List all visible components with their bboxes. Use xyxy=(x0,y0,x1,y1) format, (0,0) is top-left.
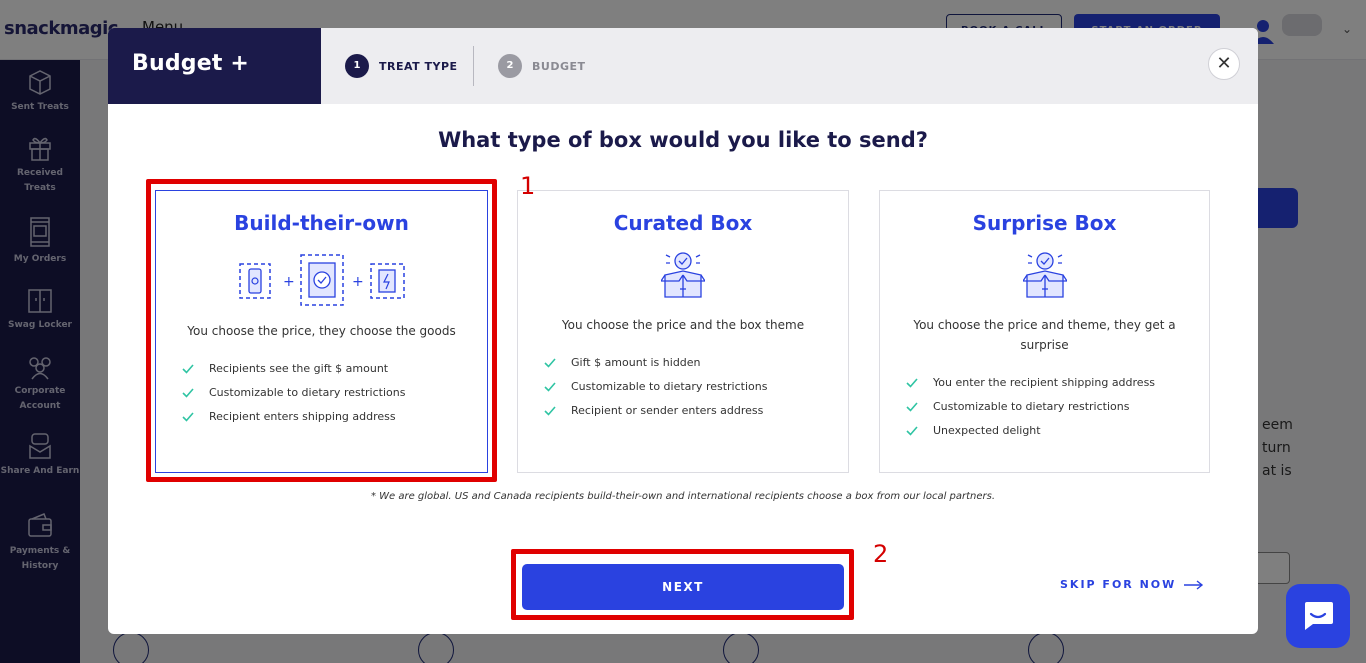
skip-for-now-link[interactable]: SKIP FOR NOW xyxy=(1060,578,1204,591)
close-icon[interactable]: ✕ xyxy=(1208,48,1240,80)
arrow-right-icon xyxy=(1184,579,1204,590)
card-surprise-box[interactable]: Surprise Box You choose the price and th… xyxy=(879,190,1210,473)
check-icon xyxy=(906,378,918,388)
annotation-highlight-next xyxy=(511,549,854,620)
list-item: Customizable to dietary restrictions xyxy=(544,379,767,403)
card-feature-list: You enter the recipient shipping address… xyxy=(906,375,1155,447)
list-item: Recipient or sender enters address xyxy=(544,403,767,427)
card-subtitle: You choose the price and theme, they get… xyxy=(913,318,1176,352)
chat-widget-button[interactable] xyxy=(1286,584,1350,648)
surprise-box-illustration xyxy=(880,251,1209,305)
annotation-number: 2 xyxy=(873,540,889,568)
card-title: Curated Box xyxy=(613,211,753,235)
curated-box-illustration xyxy=(518,251,848,305)
open-box-icon xyxy=(1021,252,1068,298)
annotation-number: 1 xyxy=(520,172,536,200)
check-icon xyxy=(544,406,556,416)
check-icon xyxy=(906,426,918,436)
check-icon xyxy=(544,382,556,392)
step-budget[interactable]: 2 BUDGET xyxy=(498,54,586,78)
modal-header: Budget + Treat 1 TREAT TYPE 2 BUDGET ✕ xyxy=(108,28,1258,148)
step-number: 1 xyxy=(345,54,369,78)
modal-question: What type of box would you like to send? xyxy=(438,128,928,152)
chat-icon xyxy=(1305,602,1333,630)
step-label: BUDGET xyxy=(532,59,586,73)
step-label: TREAT TYPE xyxy=(379,59,458,73)
modal-title: Budget + Treat xyxy=(108,28,321,148)
list-item: You enter the recipient shipping address xyxy=(906,375,1155,399)
list-item: Gift $ amount is hidden xyxy=(544,355,767,379)
card-feature-list: Gift $ amount is hidden Customizable to … xyxy=(544,355,767,427)
check-icon xyxy=(544,358,556,368)
skip-label: SKIP FOR NOW xyxy=(1060,578,1177,591)
card-curated-box[interactable]: Curated Box You choose the price and the… xyxy=(517,190,849,473)
list-item: Unexpected delight xyxy=(906,423,1155,447)
step-number: 2 xyxy=(498,54,522,78)
check-icon xyxy=(906,402,918,412)
annotation-highlight-card xyxy=(146,179,497,482)
open-box-icon xyxy=(659,252,707,298)
list-item: Customizable to dietary restrictions xyxy=(906,399,1155,423)
card-title: Surprise Box xyxy=(972,211,1117,235)
card-subtitle: You choose the price and the box theme xyxy=(561,318,805,332)
step-divider xyxy=(473,46,474,86)
step-treat-type[interactable]: 1 TREAT TYPE xyxy=(345,54,458,78)
global-footnote: * We are global. US and Canada recipient… xyxy=(370,491,996,502)
